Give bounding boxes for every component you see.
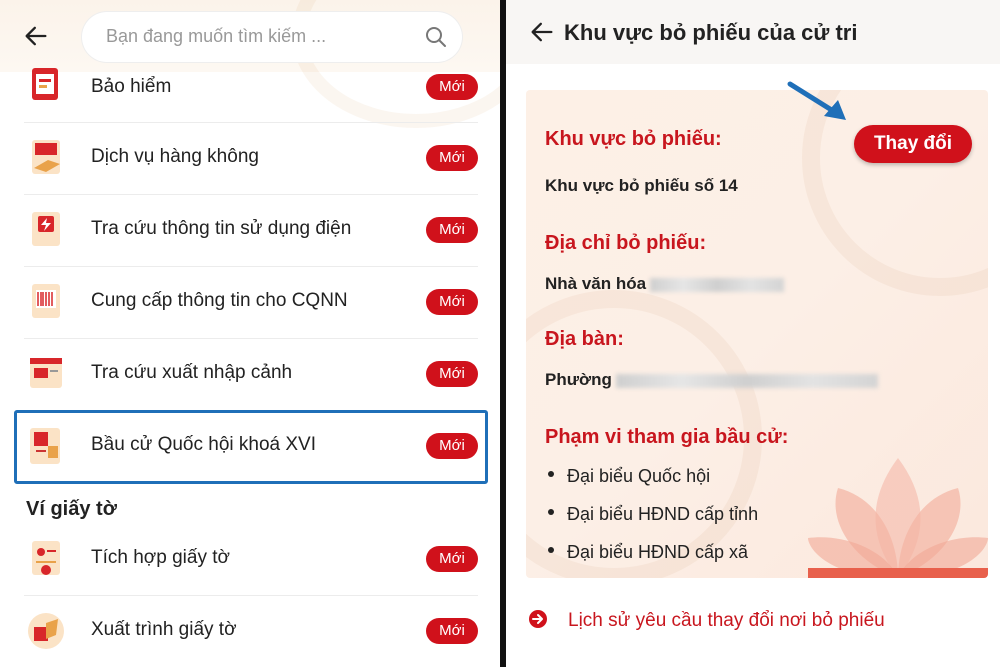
list-item-label: Cung cấp thông tin cho CQNN — [91, 290, 348, 311]
redacted-text — [615, 373, 878, 388]
address-row: Nhà văn hóa — [545, 274, 785, 294]
address-label: Địa chỉ bỏ phiếu: — [545, 232, 707, 254]
document-integration-icon — [32, 541, 60, 575]
bullet-icon — [548, 471, 554, 478]
new-badge: Mới — [426, 74, 478, 100]
scope-label: Phạm vi tham gia bầu cử: — [545, 426, 789, 448]
list-item-document-integration[interactable]: Tích hợp giấy tờ Mới — [24, 523, 478, 596]
history-link[interactable]: Lịch sử yêu cầu thay đổi nơi bỏ phiếu — [528, 609, 885, 632]
aviation-service-icon — [32, 140, 60, 174]
voter-info-card: Khu vực bỏ phiếu: Thay đổi Khu vực bỏ ph… — [526, 90, 988, 578]
electricity-icon — [32, 212, 60, 246]
list-item-immigration[interactable]: Tra cứu xuất nhập cảnh Mới — [24, 338, 478, 411]
new-badge: Mới — [426, 361, 478, 387]
bullet-icon — [548, 547, 554, 554]
back-arrow-icon[interactable] — [22, 22, 50, 50]
address-value: Nhà văn hóa — [545, 274, 647, 293]
new-badge: Mới — [426, 145, 478, 171]
list-item-electricity[interactable]: Tra cứu thông tin sử dụng điện Mới — [24, 194, 478, 267]
history-link-text[interactable]: Lịch sử yêu cầu thay đổi nơi bỏ phiếu — [568, 610, 885, 631]
scope-item-text: Đại biểu Quốc hội — [567, 466, 711, 486]
polling-area-value: Khu vực bỏ phiếu số 14 — [545, 176, 738, 195]
redacted-text — [650, 277, 785, 292]
selection-highlight — [14, 410, 488, 484]
list-item-label: Bảo hiểm — [91, 76, 172, 97]
search-input[interactable] — [104, 25, 408, 48]
list-item-label: Dịch vụ hàng không — [91, 146, 259, 167]
list-item-label: Tra cứu thông tin sử dụng điện — [91, 218, 352, 239]
list-item-label: Tích hợp giấy tờ — [91, 547, 230, 568]
list-item-label: Tra cứu xuất nhập cảnh — [91, 362, 293, 383]
lotus-decoration — [808, 458, 988, 578]
present-document-icon — [28, 613, 64, 649]
scope-item: Đại biểu HĐND cấp xã — [548, 542, 748, 563]
locality-value: Phường — [545, 370, 612, 389]
change-button[interactable]: Thay đổi — [854, 125, 972, 163]
insurance-icon — [32, 68, 58, 100]
left-screen: Bảo hiểm Mới Dịch vụ hàng không Mới Tra … — [0, 0, 500, 667]
section-title: Ví giấy tờ — [26, 498, 117, 520]
polling-area-label: Khu vực bỏ phiếu: — [545, 128, 722, 150]
page-title: Khu vực bỏ phiếu của cử tri — [564, 20, 858, 45]
scope-item: Đại biểu Quốc hội — [548, 466, 710, 487]
title-bar: Khu vực bỏ phiếu của cử tri — [506, 0, 1000, 64]
locality-row: Phường — [545, 370, 878, 390]
list-item-present-document[interactable]: Xuất trình giấy tờ Mới — [24, 595, 478, 667]
immigration-icon — [30, 358, 62, 388]
scope-item-text: Đại biểu HĐND cấp tỉnh — [567, 504, 759, 524]
list-item-label: Xuất trình giấy tờ — [91, 619, 237, 640]
arrow-right-circle-icon — [529, 609, 547, 628]
bullet-icon — [548, 509, 554, 516]
locality-label: Địa bàn: — [545, 328, 624, 350]
barcode-document-icon — [32, 284, 60, 318]
scope-item: Đại biểu HĐND cấp tỉnh — [548, 504, 758, 525]
new-badge: Mới — [426, 289, 478, 315]
list-item-aviation[interactable]: Dịch vụ hàng không Mới — [24, 122, 478, 195]
back-arrow-icon[interactable] — [528, 18, 556, 46]
search-icon[interactable] — [424, 25, 448, 49]
new-badge: Mới — [426, 217, 478, 243]
scope-item-text: Đại biểu HĐND cấp xã — [567, 542, 749, 562]
new-badge: Mới — [426, 546, 478, 572]
right-screen: Khu vực bỏ phiếu của cử tri Khu vực bỏ p… — [506, 0, 1000, 667]
new-badge: Mới — [426, 618, 478, 644]
list-item-cqnn[interactable]: Cung cấp thông tin cho CQNN Mới — [24, 266, 478, 339]
pointer-arrow-icon — [787, 81, 846, 120]
list-item-insurance[interactable]: Bảo hiểm Mới — [24, 50, 478, 123]
